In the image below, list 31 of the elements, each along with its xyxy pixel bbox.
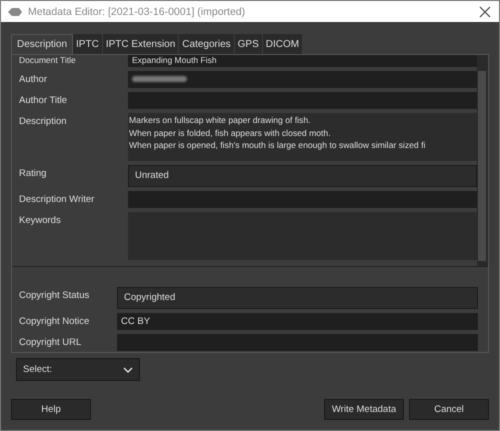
chevron-down-icon — [123, 366, 133, 372]
field-label: Keywords — [19, 214, 62, 226]
select-dropdown[interactable]: Select: — [16, 358, 140, 381]
help-button[interactable]: Help — [11, 399, 91, 420]
text-area[interactable]: Markers on fullscap white paper drawing of fish. When paper is folded, fish appears with closed moth. When paper is opened, fish's mouth is large enough to swallow similar sized fi — [128, 113, 477, 161]
field-label: Description — [19, 115, 68, 127]
tab[interactable]: IPTC — [73, 34, 103, 54]
tab[interactable]: Description — [11, 34, 74, 54]
field-label: Document Title — [19, 55, 77, 65]
dropdown-field[interactable]: Unrated — [128, 165, 477, 187]
tab[interactable]: Categories — [179, 34, 235, 54]
field-label: Copyright URL — [19, 336, 82, 348]
window-title: Metadata Editor: [2021-03-16-0001] (imported) — [28, 6, 246, 18]
close-icon[interactable] — [479, 6, 491, 18]
dropdown-field[interactable]: Copyrighted — [117, 287, 478, 309]
tab[interactable]: IPTC Extension — [102, 34, 180, 54]
field-label: Author — [19, 73, 48, 85]
app-icon — [7, 6, 23, 18]
field-label: Copyright Status — [19, 289, 90, 301]
field-label: Author Title — [19, 94, 68, 106]
field-label: Description Writer — [19, 193, 96, 205]
field-label: Rating — [19, 167, 48, 179]
scrollbar[interactable] — [477, 55, 488, 266]
write-metadata-button[interactable]: Write Metadata — [324, 399, 404, 420]
blurred-text — [132, 76, 187, 82]
tab[interactable]: DICOM — [262, 34, 304, 54]
field-label: Copyright Notice — [19, 315, 90, 327]
text-field[interactable]: CC BY — [117, 313, 478, 330]
cancel-button[interactable]: Cancel — [409, 399, 489, 420]
tab[interactable]: GPS — [234, 34, 263, 54]
text-field[interactable]: Expanding Mouth Fish — [128, 55, 477, 67]
